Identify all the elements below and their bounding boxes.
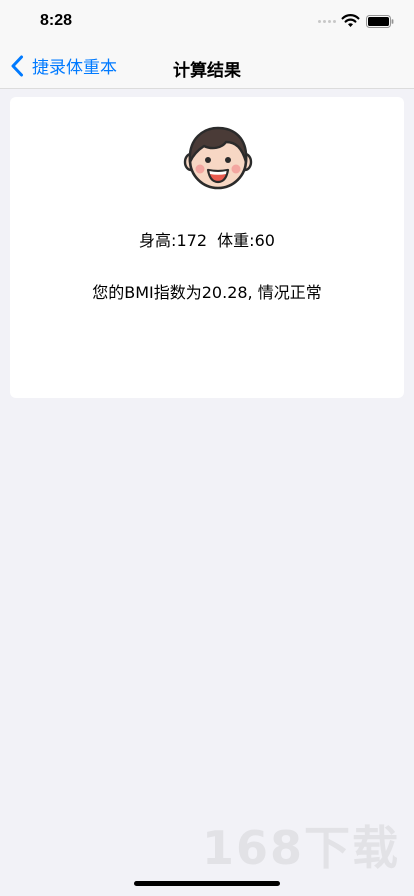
result-card: 身高:172 体重:60 您的BMI指数为20.28, 情况正常 (10, 97, 404, 398)
screen: 8:28 捷录体重本 计算结果 身高:172 体重:60 您的BMI指数为20.… (0, 0, 414, 896)
height-weight-text: 身高:172 体重:60 (10, 227, 404, 251)
bmi-result-text: 您的BMI指数为20.28, 情况正常 (92, 283, 322, 302)
smiling-face-icon (183, 126, 253, 190)
home-indicator[interactable] (134, 881, 280, 886)
page-title: 计算结果 (173, 61, 241, 81)
height-label: 身高: (139, 231, 177, 250)
battery-icon (366, 15, 394, 28)
height-value: 172 (176, 231, 207, 250)
navigation-bar: 捷录体重本 计算结果 (0, 44, 414, 89)
status-time: 8:28 (40, 12, 73, 29)
weight-value: 60 (254, 231, 275, 250)
weight-label: 体重: (217, 231, 255, 250)
signal-dots-icon (318, 20, 336, 23)
wifi-icon (341, 14, 360, 27)
status-bar: 8:28 (0, 0, 414, 44)
watermark-logo: 168下载 (201, 821, 400, 875)
